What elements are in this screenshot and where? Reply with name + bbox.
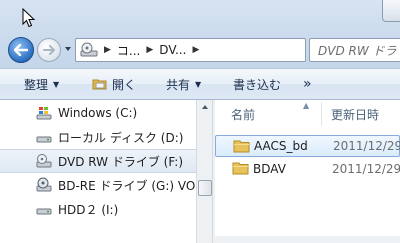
tree-item-local-disk[interactable]: ローカル ディスク (D:)	[0, 125, 196, 149]
caret-down-icon: ▼	[53, 79, 60, 89]
file-row-bdav[interactable]: BDAV 2011/12/29	[215, 158, 400, 180]
arrow-right-icon	[43, 45, 55, 55]
tree-item-label: DVD RW ドライブ (F:)	[58, 154, 184, 169]
file-list-pane: 名前 ▲ 更新日時 AACS_bd 2011/12/29 BDAV 2011/1…	[215, 100, 400, 243]
forward-button[interactable]	[37, 38, 61, 62]
column-header-name[interactable]: 名前 ▲	[231, 100, 321, 128]
search-placeholder: DVD RW ドラ	[318, 43, 397, 58]
more-commands-button[interactable]: »	[303, 69, 312, 99]
open-folder-icon	[92, 79, 107, 90]
breadcrumb-separator-icon[interactable]: ▶	[192, 45, 199, 55]
tree-item-windows-drive[interactable]: Windows (C:)	[0, 101, 196, 125]
window-control-button[interactable]	[382, 0, 400, 22]
caret-down-icon: ▼	[195, 79, 202, 89]
open-label: 開く	[112, 77, 137, 92]
organize-menu-button[interactable]: 整理 ▼	[24, 69, 59, 99]
file-name: BDAV	[253, 162, 286, 176]
tree-item-label: Windows (C:)	[58, 106, 138, 120]
file-date: 2011/12/29	[332, 162, 400, 176]
search-input[interactable]: DVD RW ドラ	[309, 38, 400, 62]
more-label: »	[303, 76, 312, 92]
folder-icon	[233, 139, 251, 153]
sort-ascending-icon: ▲	[303, 101, 310, 110]
address-bar[interactable]: ▶ コ... ▶ DV... ▶	[75, 38, 376, 62]
column-modified-label: 更新日時	[331, 107, 380, 122]
share-label: 共有	[166, 77, 191, 92]
file-row-aacs-bd[interactable]: AACS_bd 2011/12/29	[215, 135, 400, 157]
file-date: 2011/12/29	[333, 139, 400, 153]
breadcrumb-dvd-drive[interactable]: DV...	[159, 43, 186, 57]
hard-drive-icon	[36, 201, 52, 217]
tree-item-label: HDD２ (I:)	[58, 202, 119, 217]
back-button[interactable]	[8, 37, 34, 63]
open-button[interactable]: 開く	[92, 69, 136, 99]
navigation-scrollbar[interactable]	[196, 100, 212, 243]
scrollbar-thumb[interactable]	[198, 180, 212, 196]
dvd-drive-icon	[80, 42, 98, 58]
command-bar: 整理 ▼ 開く 共有 ▼ 書き込む »	[0, 68, 400, 100]
bottom-scrollbar-edge	[215, 236, 400, 243]
column-name-label: 名前	[231, 107, 256, 122]
breadcrumb-separator-icon[interactable]: ▶	[146, 45, 153, 55]
tree-item-bd-drive[interactable]: BD-RE ドライブ (G:) VO	[0, 173, 196, 197]
hard-drive-icon	[36, 129, 52, 145]
tree-item-hdd2[interactable]: HDD２ (I:)	[0, 197, 196, 221]
bd-drive-icon	[36, 177, 52, 193]
windows-drive-icon	[36, 105, 52, 121]
column-divider[interactable]	[321, 102, 322, 126]
breadcrumb-separator-icon[interactable]: ▶	[104, 45, 111, 55]
breadcrumb-computer[interactable]: コ...	[117, 42, 140, 59]
folder-icon	[232, 161, 250, 175]
arrow-left-icon	[14, 44, 28, 56]
tree-item-label: ローカル ディスク (D:)	[58, 130, 184, 145]
recent-pages-dropdown-icon[interactable]	[64, 45, 72, 53]
tree-item-dvd-drive[interactable]: DVD RW ドライブ (F:)	[0, 149, 196, 173]
dvd-drive-icon	[36, 153, 52, 169]
scroll-up-icon[interactable]	[201, 104, 209, 110]
file-name: AACS_bd	[254, 139, 308, 153]
navigation-pane: Windows (C:) ローカル ディスク (D:) DVD RW ドライブ …	[0, 100, 212, 243]
burn-button[interactable]: 書き込む	[233, 69, 281, 99]
column-header-modified[interactable]: 更新日時	[331, 100, 400, 128]
tree-item-label: BD-RE ドライブ (G:) VO	[58, 178, 196, 193]
share-menu-button[interactable]: 共有 ▼	[166, 69, 201, 99]
burn-label: 書き込む	[233, 77, 282, 92]
mouse-cursor-icon	[22, 8, 36, 28]
organize-label: 整理	[24, 77, 49, 92]
